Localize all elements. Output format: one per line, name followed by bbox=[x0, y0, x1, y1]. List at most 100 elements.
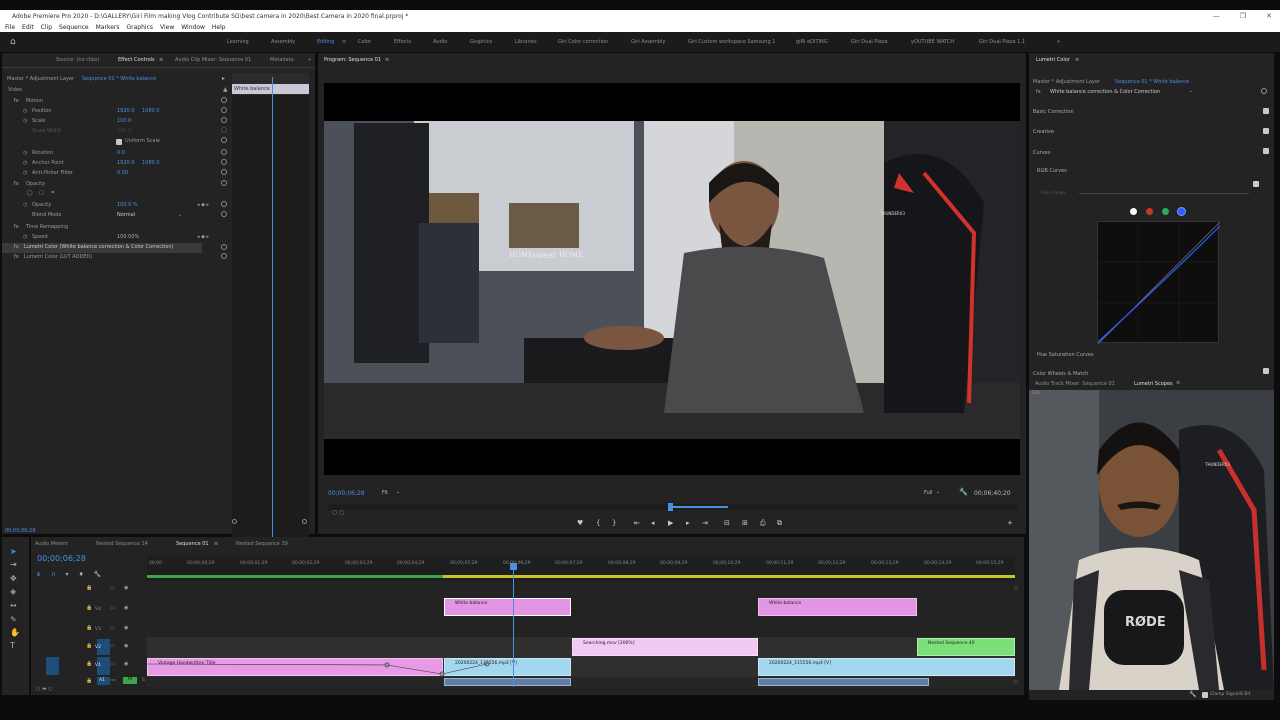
lumetri-title[interactable]: Lumetri Color bbox=[1036, 57, 1070, 63]
lock-icon[interactable]: 🔒 bbox=[86, 625, 92, 631]
timeline-playhead[interactable] bbox=[513, 563, 514, 687]
effect-row-blend-mode[interactable]: Blend Mode Normal ⌄ bbox=[2, 211, 232, 221]
wrench-icon[interactable]: 🔧 bbox=[959, 488, 968, 496]
position-y[interactable]: 1080.0 bbox=[142, 108, 160, 114]
scrubber-playhead[interactable] bbox=[668, 503, 673, 511]
sync-lock-icon[interactable]: ▭ bbox=[110, 625, 115, 631]
section-creative[interactable]: Creative bbox=[1033, 129, 1054, 135]
reset-icon[interactable] bbox=[221, 201, 227, 207]
basic-correction-checkbox[interactable] bbox=[1263, 108, 1269, 114]
stopwatch-icon[interactable]: ◷ bbox=[23, 108, 27, 114]
track-select-tool-icon[interactable]: ⇥ bbox=[10, 560, 17, 569]
zoom-handle-icon[interactable]: ○ ▬ ○ bbox=[36, 686, 53, 692]
effect-row-lumetri-lut[interactable]: fx Lumetri Color (LUT ADDED) bbox=[2, 253, 232, 263]
eye-icon[interactable]: ◉ bbox=[124, 585, 128, 591]
ellipse-mask-icon[interactable]: ◯ bbox=[27, 190, 33, 196]
program-timecode[interactable]: 00;00;06;28 bbox=[328, 490, 365, 497]
channel-white-icon[interactable] bbox=[1130, 208, 1137, 215]
fit-select[interactable]: Fit bbox=[382, 490, 388, 496]
tab-metadata[interactable]: Metadata bbox=[270, 57, 294, 63]
clip-white-balance-1[interactable]: White balance bbox=[444, 598, 571, 616]
menu-view[interactable]: View bbox=[160, 23, 174, 32]
marker-icon[interactable]: ♦ bbox=[78, 571, 83, 579]
workspace-tab-giri-editing[interactable]: giRI eDITING bbox=[796, 39, 828, 45]
reset-icon[interactable] bbox=[221, 149, 227, 155]
wrench-icon[interactable]: 🔧 bbox=[94, 571, 101, 579]
play-icon[interactable]: ▸ bbox=[222, 75, 225, 82]
scroll-handle-icon[interactable]: ○ bbox=[1014, 679, 1018, 685]
effect-row-opacity-value[interactable]: ◷ Opacity 100.0 % ◂ ◆ ▸ bbox=[2, 201, 232, 211]
scroll-up-icon[interactable]: ▲ bbox=[223, 86, 228, 93]
clip-white-balance-2[interactable]: White balance bbox=[758, 598, 917, 616]
sync-lock-icon[interactable]: ▭ bbox=[110, 585, 115, 591]
maximize-icon[interactable]: ❐ bbox=[1240, 10, 1246, 23]
linked-selection-icon[interactable]: ∩ bbox=[51, 571, 55, 579]
lumetri-sequence[interactable]: Sequence 01 * White balance bbox=[1115, 79, 1189, 85]
type-tool-icon[interactable]: T bbox=[10, 641, 15, 650]
bit-depth-select[interactable]: 8 Bit bbox=[1240, 692, 1250, 697]
reset-icon[interactable] bbox=[221, 180, 227, 186]
clip-a1-b[interactable] bbox=[758, 678, 929, 686]
tab-effect-controls[interactable]: Effect Controls bbox=[118, 57, 155, 63]
effect-row-uniform-scale[interactable]: Uniform Scale bbox=[2, 137, 232, 147]
workspace-tab-dual-plaza-11[interactable]: Giri Dual Plaza 1.1 bbox=[979, 39, 1025, 45]
tab-audio-track-mixer[interactable]: Audio Track Mixer: Sequence 01 bbox=[1035, 381, 1115, 387]
reset-icon[interactable] bbox=[221, 253, 227, 259]
workspace-tab-youtube[interactable]: yOUTUBE WATCH bbox=[911, 39, 954, 45]
stopwatch-icon[interactable]: ◷ bbox=[23, 160, 27, 166]
go-to-out-icon[interactable]: ⇥ bbox=[702, 519, 708, 527]
effect-row-scale[interactable]: ◷ Scale 100.0 bbox=[2, 117, 232, 127]
eye-icon[interactable]: ◉ bbox=[124, 643, 128, 649]
lift-icon[interactable]: ⊟ bbox=[724, 519, 730, 527]
video-frame[interactable]: HOME sweet HOME THUNDERX3 bbox=[324, 83, 1020, 475]
home-icon[interactable]: ⌂ bbox=[10, 37, 16, 47]
panel-expand-icon[interactable]: » bbox=[308, 57, 311, 63]
sync-lock-icon[interactable]: ▭ bbox=[110, 643, 115, 649]
tab-sequence-01[interactable]: Sequence 01 bbox=[176, 541, 209, 547]
reset-icon[interactable] bbox=[221, 211, 227, 217]
minimize-icon[interactable]: — bbox=[1213, 10, 1220, 23]
sequence-clip-label[interactable]: Sequence 01 * White balance bbox=[82, 76, 156, 82]
mark-out-icon[interactable]: } bbox=[612, 519, 616, 527]
reset-icon[interactable] bbox=[221, 117, 227, 123]
keyframe-nav-icon[interactable]: ◂ ◆ ▸ bbox=[197, 202, 209, 208]
effect-row-lumetri-wb[interactable]: fx Lumetri Color (White balance correcti… bbox=[2, 243, 202, 253]
step-forward-icon[interactable]: ▸ bbox=[686, 519, 690, 527]
menu-edit[interactable]: Edit bbox=[22, 23, 34, 32]
reset-icon[interactable] bbox=[221, 97, 227, 103]
anti-flicker-value[interactable]: 0.00 bbox=[117, 170, 128, 176]
reset-icon[interactable] bbox=[221, 244, 227, 250]
section-hue-saturation[interactable]: Hue Saturation Curves bbox=[1037, 352, 1094, 358]
position-x[interactable]: 1920.0 bbox=[117, 108, 135, 114]
add-marker-icon[interactable]: ▾ bbox=[65, 571, 68, 579]
stopwatch-active-icon[interactable]: ◷ bbox=[23, 202, 27, 208]
panel-menu-icon[interactable]: ≡ bbox=[1176, 380, 1180, 386]
play-icon[interactable]: ▶ bbox=[668, 519, 673, 527]
effect-row-position[interactable]: ◷ Position 1920.0 1080.0 bbox=[2, 107, 232, 117]
tab-nested-sequence-39[interactable]: Nested Sequence 39 bbox=[236, 541, 288, 547]
menu-file[interactable]: File bbox=[5, 23, 15, 32]
eye-icon[interactable]: ◉ bbox=[124, 625, 128, 631]
chevron-down-icon[interactable]: ⌄ bbox=[396, 489, 400, 495]
hand-tool-icon[interactable]: ✋ bbox=[10, 628, 20, 637]
timeline-timecode[interactable]: 00;00;06;28 bbox=[37, 554, 86, 563]
menu-sequence[interactable]: Sequence bbox=[59, 23, 89, 32]
section-curves[interactable]: Curves bbox=[1033, 150, 1050, 156]
workspace-tab-editing[interactable]: Editing bbox=[317, 39, 334, 45]
wrench-icon[interactable]: 🔧 bbox=[1189, 691, 1196, 698]
hsl-range-slider[interactable] bbox=[1079, 193, 1249, 194]
keyframe-nav-icon[interactable]: ◂ ◆ ▸ bbox=[197, 234, 209, 240]
workspace-tab-assembly[interactable]: Assembly bbox=[271, 39, 295, 45]
mini-playhead[interactable] bbox=[272, 77, 273, 539]
comparison-view-icon[interactable]: ⧉ bbox=[777, 519, 782, 528]
ripple-edit-tool-icon[interactable]: ✥ bbox=[10, 574, 17, 583]
tab-lumetri-scopes[interactable]: Lumetri Scopes bbox=[1134, 381, 1173, 387]
rgb-curves-checkbox[interactable] bbox=[1253, 181, 1259, 187]
effect-row-motion[interactable]: fx Motion bbox=[2, 97, 232, 107]
workspace-tab-libraries[interactable]: Libraries bbox=[515, 39, 537, 45]
rect-mask-icon[interactable]: ▢ bbox=[39, 190, 44, 196]
lock-icon[interactable]: 🔒 bbox=[86, 605, 92, 611]
menu-window[interactable]: Window bbox=[181, 23, 205, 32]
workspace-more-icon[interactable]: » bbox=[1057, 39, 1060, 45]
zoom-scrollbar[interactable] bbox=[232, 519, 307, 524]
